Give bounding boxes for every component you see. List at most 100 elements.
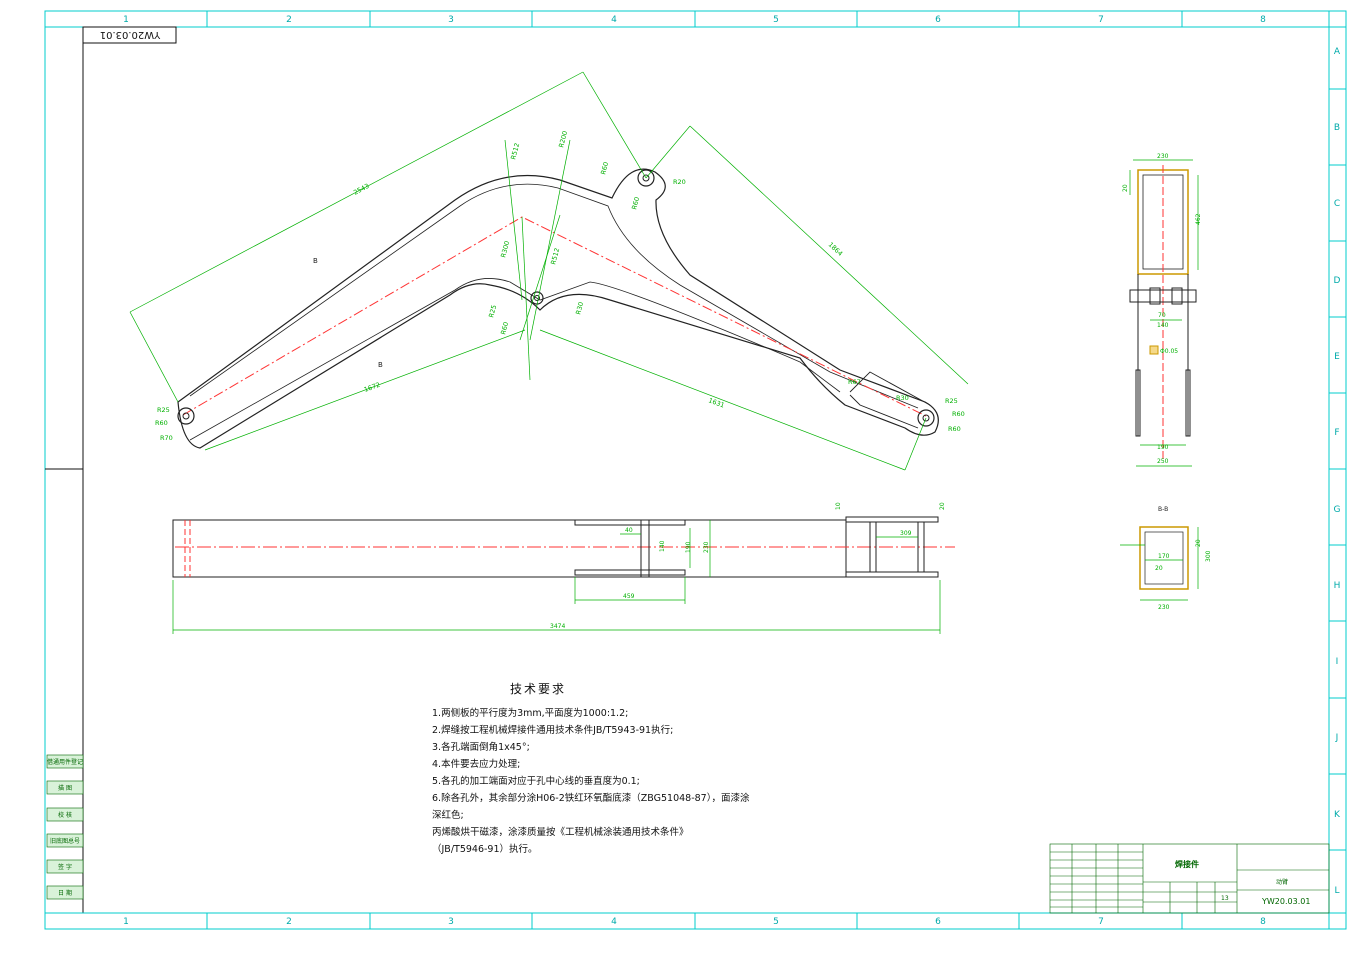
radius-6: R60 (599, 161, 610, 175)
bb-thick-dim: 20 (1155, 565, 1163, 572)
bb-side-dim: 20 (1195, 539, 1202, 547)
plan-mid-dim: 140 (659, 540, 666, 552)
row-label-i: I (1336, 657, 1339, 667)
radius-7: R512 (509, 142, 521, 160)
note-line-6: 6.除各孔外，其余部分涂H06-2铁红环氧酯底漆（ZBG51048-87），面漆… (432, 793, 750, 804)
col-label-1: 1 (123, 15, 129, 25)
note-line-9: （JB/T5946-91）执行。 (432, 844, 538, 855)
bb-section-title: B-B (1158, 506, 1168, 513)
radius-9: R25 (945, 397, 958, 405)
note-line-4: 4.本件要去应力处理; (432, 759, 521, 770)
plan-t2-dim: 20 (939, 502, 946, 510)
left-sidebar (46, 754, 84, 900)
sec-top-dim: 230 (1157, 153, 1169, 160)
col-label-8b: 8 (1260, 917, 1266, 927)
boom-plan-view: 3474 459 309 190 230 40 10 20 140 (172, 502, 955, 634)
sidebar-label-4: 旧底图总号 (50, 837, 80, 845)
boom-side-view: 2543 1864 1672 1631 R25 R60 R70 R20 R60 … (129, 71, 969, 471)
drawing-number-rotated: YW20.03.01 (100, 29, 162, 40)
note-line-7: 深红色; (432, 810, 464, 821)
part-name: 焊接件 (1175, 859, 1199, 869)
section-mark-upper: B (313, 257, 318, 265)
notes-title: 技术要求 (510, 682, 567, 696)
row-label-b: B (1334, 123, 1340, 133)
bb-section-view: B-B 170 20 300 20 230 (1120, 506, 1212, 611)
radius-13: R30 (896, 394, 909, 402)
col-label-5b: 5 (773, 917, 779, 927)
row-label-l: L (1334, 886, 1339, 896)
radius-5: R60 (630, 196, 641, 210)
sec-bore-dim: Φ0.05 (1160, 348, 1178, 355)
sidebar-label-6: 日 期 (58, 889, 72, 897)
radius-12: R67 (848, 378, 861, 386)
col-label-3b: 3 (448, 917, 454, 927)
col-label-5: 5 (773, 15, 779, 25)
end-section-view: 230 462 20 70 140 Φ0.05 190 250 (1122, 153, 1202, 467)
bb-height-dim: 300 (1205, 550, 1212, 562)
note-line-8: 丙烯酸烘干磁漆，涂漆质量按《工程机械涂装通用技术条件》 (432, 827, 689, 838)
radius-15: R60 (499, 321, 510, 335)
radius-10: R60 (952, 410, 965, 418)
col-label-6: 6 (935, 15, 941, 25)
col-label-7b: 7 (1098, 917, 1104, 927)
row-label-a: A (1334, 47, 1341, 57)
sec-height-dim: 462 (1195, 213, 1202, 225)
note-line-1: 1.两侧板的平行度为3mm,平面度为1000:1.2; (432, 708, 629, 719)
sidebar-label-5: 签 字 (58, 863, 72, 871)
plan-right-dim: 309 (900, 530, 912, 537)
plan-w1-dim: 190 (685, 541, 692, 553)
col-label-4: 4 (611, 15, 617, 25)
col-label-6b: 6 (935, 917, 941, 927)
row-label-g: G (1334, 505, 1341, 515)
note-line-5: 5.各孔的加工端面对应于孔中心线的垂直度为0.1; (432, 776, 640, 787)
radius-8: R200 (557, 130, 569, 148)
col-label-2: 2 (286, 15, 292, 25)
drawing-number: YW20.03.01 (1261, 897, 1310, 906)
radius-4: R20 (673, 178, 686, 186)
plan-total-dim: 3474 (550, 623, 565, 630)
radius-16: R512 (549, 247, 561, 265)
plan-small-dim: 40 (625, 527, 633, 534)
dim-upper-length: 2543 (352, 182, 370, 197)
radius-14: R25 (487, 304, 498, 318)
row-label-j: J (1335, 733, 1339, 743)
col-label-4b: 4 (611, 917, 617, 927)
radius-1: R25 (157, 406, 170, 414)
sec-bottom1-dim: 190 (1157, 444, 1169, 451)
row-label-e: E (1334, 352, 1340, 362)
bb-outer-dim: 230 (1158, 604, 1170, 611)
sidebar-label-1: 借通用件登记 (47, 758, 83, 766)
plan-t1-dim: 10 (835, 502, 842, 510)
radius-17: R30 (574, 301, 585, 315)
col-label-1b: 1 (123, 917, 129, 927)
plan-pad-dim: 459 (623, 593, 635, 600)
note-line-3: 3.各孔端面倒角1x45°; (432, 742, 530, 753)
radius-11: R60 (948, 425, 961, 433)
radius-2: R60 (155, 419, 168, 427)
row-label-h: H (1334, 581, 1341, 591)
sidebar-label-2: 描 图 (58, 784, 72, 792)
sec-bottom2-dim: 250 (1157, 458, 1169, 465)
sec-thick-dim: 20 (1122, 184, 1129, 192)
dim-lower-right: 1631 (707, 396, 725, 409)
bb-inner-dim: 170 (1158, 553, 1170, 560)
col-label-8: 8 (1260, 15, 1266, 25)
col-label-3: 3 (448, 15, 454, 25)
row-label-f: F (1334, 428, 1339, 438)
radius-3: R70 (160, 434, 173, 442)
sec-inner-dim: 140 (1157, 322, 1169, 329)
sidebar-label-3: 校 核 (58, 811, 72, 819)
col-label-7: 7 (1098, 15, 1104, 25)
boom-outer-outline (177, 168, 939, 449)
row-label-c: C (1334, 199, 1340, 209)
col-label-2b: 2 (286, 917, 292, 927)
technical-notes: 技术要求 1.两侧板的平行度为3mm,平面度为1000:1.2; 2.焊缝按工程… (432, 680, 792, 858)
note-line-2: 2.焊缝按工程机械焊接件通用技术条件JB/T5943-91执行; (432, 725, 674, 736)
sec-pin-dim: 70 (1158, 312, 1166, 319)
assembly-name: 动臂 (1276, 878, 1288, 886)
plan-w2-dim: 230 (703, 541, 710, 553)
dim-lower-left: 1672 (363, 381, 381, 394)
row-label-k: K (1334, 810, 1341, 820)
row-label-d: D (1334, 276, 1341, 286)
sheet-count: 13 (1221, 895, 1229, 902)
